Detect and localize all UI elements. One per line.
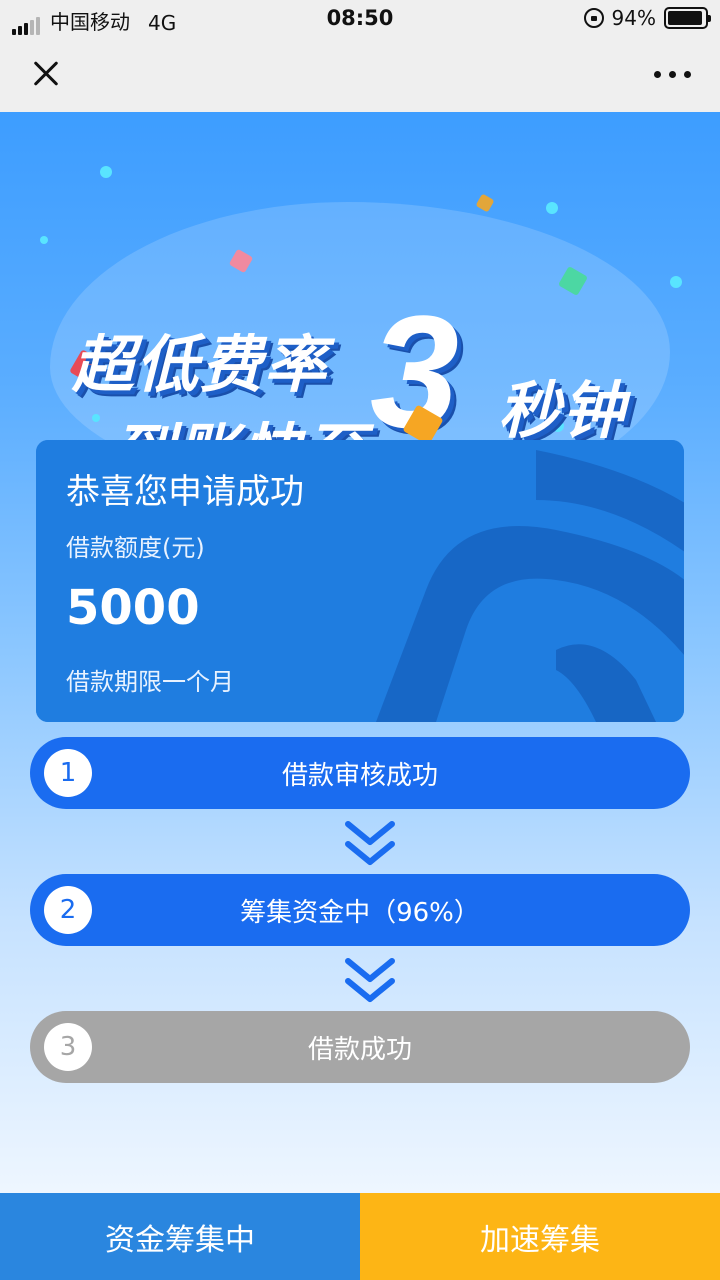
raising-funds-button[interactable]: 资金筹集中 — [0, 1193, 360, 1280]
step-3-number: 3 — [44, 1023, 92, 1071]
battery-percent: 94% — [611, 6, 656, 30]
step-2-number: 2 — [44, 886, 92, 934]
loan-card: 恭喜您申请成功 借款额度(元) 5000 借款期限一个月 — [36, 440, 684, 722]
step-3: 3 借款成功 — [30, 1011, 690, 1083]
decor-dot — [100, 166, 112, 178]
close-icon[interactable] — [26, 54, 70, 94]
chevron-down-icon — [345, 821, 395, 865]
step-1: 1 借款审核成功 — [30, 737, 690, 809]
decor-dot — [40, 236, 48, 244]
loan-term: 借款期限一个月 — [66, 668, 234, 696]
step-1-label: 借款审核成功 — [281, 760, 438, 791]
step-2-label: 筹集资金中（96%） — [240, 897, 480, 928]
decor-dot — [546, 202, 558, 214]
step-1-number: 1 — [44, 749, 92, 797]
decor-cube-gold — [475, 193, 495, 213]
chevron-down-icon — [345, 958, 395, 1002]
step-2: 2 筹集资金中（96%） — [30, 874, 690, 946]
battery-icon — [664, 7, 711, 29]
status-right: 94% — [583, 6, 711, 30]
decor-dot — [670, 276, 682, 288]
amount-label: 借款额度(元) — [66, 534, 205, 562]
status-bar: 中国移动 4G 08:50 94% — [0, 0, 720, 36]
orientation-lock-icon — [583, 8, 604, 28]
banner-line-1: 超低费率 — [72, 331, 329, 400]
accelerate-button[interactable]: 加速筹集 — [360, 1193, 720, 1280]
step-3-label: 借款成功 — [307, 1034, 412, 1065]
battery-fill — [668, 11, 702, 25]
decor-dot — [92, 414, 100, 422]
main-content: 超低费率 到账快至 3 秒钟 恭喜您申请成功 借款额度(元) 5000 借款期限… — [0, 112, 720, 1193]
nav-bar — [0, 36, 720, 112]
loan-amount: 5000 — [66, 580, 200, 636]
more-icon[interactable] — [650, 64, 694, 84]
card-title: 恭喜您申请成功 — [66, 472, 304, 512]
banner-unit: 秒钟 — [498, 377, 627, 446]
